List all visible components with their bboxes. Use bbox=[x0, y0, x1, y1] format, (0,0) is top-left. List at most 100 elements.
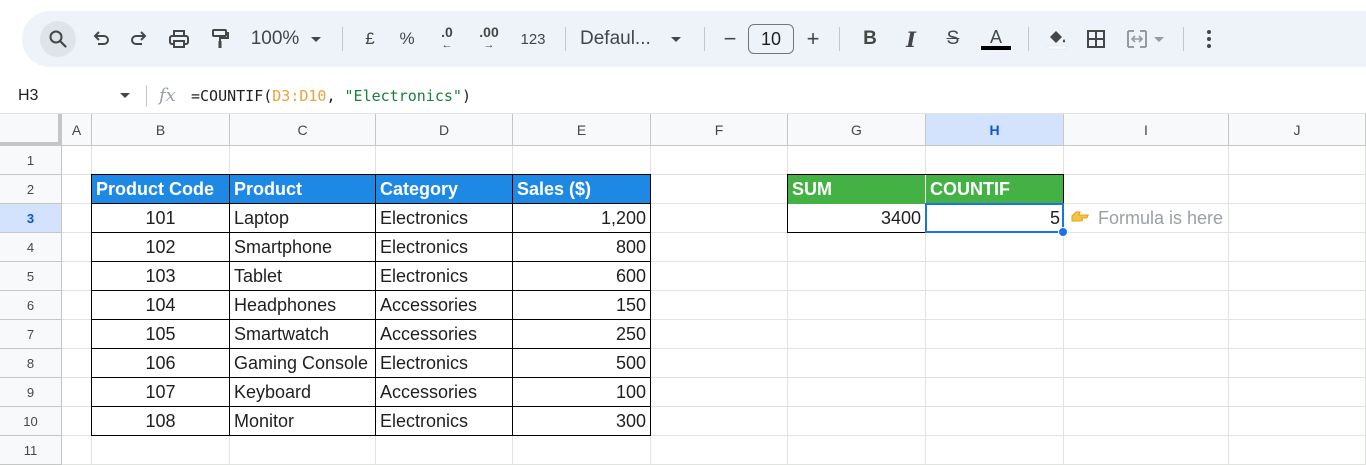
table-cell[interactable]: Electronics bbox=[376, 407, 513, 436]
column-header-f[interactable]: F bbox=[651, 114, 788, 146]
zoom-select[interactable]: 100% bbox=[240, 21, 332, 57]
column-header-b[interactable]: B bbox=[92, 114, 230, 146]
currency-format-button[interactable]: £ bbox=[353, 21, 387, 57]
name-box[interactable]: H3 bbox=[0, 87, 120, 105]
redo-button[interactable] bbox=[120, 21, 158, 57]
table-cell[interactable]: Accessories bbox=[376, 291, 513, 320]
fill-handle[interactable] bbox=[1058, 227, 1068, 237]
table-cell[interactable]: 300 bbox=[513, 407, 651, 436]
formula-note-text: Formula is here bbox=[1098, 208, 1224, 228]
print-button[interactable] bbox=[158, 21, 200, 57]
borders-button[interactable] bbox=[1075, 21, 1117, 57]
formula-separator: , bbox=[326, 86, 345, 105]
table-cell[interactable]: 107 bbox=[92, 378, 230, 407]
table-cell[interactable]: Smartphone bbox=[230, 233, 376, 262]
fill-color-button[interactable] bbox=[1039, 21, 1075, 57]
decrease-decimal-button[interactable]: .0 ← bbox=[427, 21, 467, 57]
table-cell[interactable]: 102 bbox=[92, 233, 230, 262]
more-formats-button[interactable]: 123 bbox=[511, 21, 555, 57]
italic-button[interactable]: I bbox=[890, 21, 932, 57]
table-cell[interactable]: Smartwatch bbox=[230, 320, 376, 349]
formula-prefix: =COUNTIF( bbox=[191, 86, 273, 105]
plus-icon: + bbox=[806, 26, 820, 51]
table-cell[interactable]: 108 bbox=[92, 407, 230, 436]
table-cell[interactable]: Electronics bbox=[376, 204, 513, 233]
column-header-i[interactable]: I bbox=[1064, 114, 1229, 146]
table-cell[interactable]: Electronics bbox=[376, 262, 513, 291]
increase-font-size-button[interactable]: + bbox=[797, 21, 829, 57]
table-cell[interactable]: Accessories bbox=[376, 378, 513, 407]
countif-header-cell[interactable]: COUNTIF bbox=[926, 175, 1064, 204]
table-cell[interactable]: Keyboard bbox=[230, 378, 376, 407]
merge-cells-button[interactable] bbox=[1117, 21, 1173, 57]
table-header-cell[interactable]: Sales ($) bbox=[513, 175, 651, 204]
table-cell[interactable]: Gaming Console bbox=[230, 349, 376, 378]
column-header-h[interactable]: H bbox=[926, 114, 1064, 146]
sum-header-cell[interactable]: SUM bbox=[788, 175, 926, 204]
countif-value-cell[interactable]: 5 bbox=[926, 204, 1064, 233]
formula-range: D3:D10 bbox=[272, 86, 327, 105]
table-cell[interactable]: 800 bbox=[513, 233, 651, 262]
decrease-font-size-button[interactable]: − bbox=[715, 21, 745, 57]
row-header-11[interactable]: 11 bbox=[0, 436, 62, 465]
row-header-3[interactable]: 3 bbox=[0, 204, 62, 233]
table-cell[interactable]: Accessories bbox=[376, 320, 513, 349]
table-cell[interactable]: Headphones bbox=[230, 291, 376, 320]
table-cell[interactable]: 150 bbox=[513, 291, 651, 320]
pointing-hand-icon bbox=[1070, 208, 1090, 229]
column-header-j[interactable]: J bbox=[1229, 114, 1366, 146]
formula-input[interactable]: =COUNTIF(D3:D10, "Electronics") bbox=[191, 87, 471, 105]
table-cell[interactable]: 1,200 bbox=[513, 204, 651, 233]
table-cell[interactable]: 105 bbox=[92, 320, 230, 349]
row-header-5[interactable]: 5 bbox=[0, 262, 62, 291]
row-header-6[interactable]: 6 bbox=[0, 291, 62, 320]
strikethrough-button[interactable]: S bbox=[932, 21, 974, 57]
increase-decimal-button[interactable]: .00 → bbox=[467, 21, 511, 57]
percent-icon: % bbox=[399, 29, 415, 48]
sum-value-cell[interactable]: 3400 bbox=[788, 204, 926, 233]
table-cell[interactable]: Tablet bbox=[230, 262, 376, 291]
more-options-button[interactable] bbox=[1194, 21, 1224, 57]
table-header-cell[interactable]: Category bbox=[376, 175, 513, 204]
column-header-d[interactable]: D bbox=[376, 114, 513, 146]
table-cell[interactable]: 106 bbox=[92, 349, 230, 378]
row-header-4[interactable]: 4 bbox=[0, 233, 62, 262]
formula-bar: H3 fx =COUNTIF(D3:D10, "Electronics") bbox=[0, 78, 1366, 114]
select-all-corner[interactable] bbox=[0, 114, 62, 146]
table-cell[interactable]: 101 bbox=[92, 204, 230, 233]
font-size-input[interactable]: 10 bbox=[745, 21, 797, 57]
font-select[interactable]: Defaul... bbox=[576, 21, 694, 57]
column-header-a[interactable]: A bbox=[62, 114, 92, 146]
table-cell[interactable]: 250 bbox=[513, 320, 651, 349]
table-cell[interactable]: Electronics bbox=[376, 233, 513, 262]
table-cell[interactable]: 100 bbox=[513, 378, 651, 407]
undo-button[interactable] bbox=[82, 21, 120, 57]
column-header-c[interactable]: C bbox=[230, 114, 376, 146]
bold-button[interactable]: B bbox=[850, 21, 890, 57]
cell-reference: H3 bbox=[18, 86, 39, 104]
row-header-9[interactable]: 9 bbox=[0, 378, 62, 407]
column-header-g[interactable]: G bbox=[788, 114, 926, 146]
table-header-cell[interactable]: Product Code bbox=[92, 175, 230, 204]
row-header-2[interactable]: 2 bbox=[0, 175, 62, 204]
chevron-down-icon[interactable] bbox=[120, 93, 130, 98]
percent-format-button[interactable]: % bbox=[387, 21, 427, 57]
table-cell[interactable]: 600 bbox=[513, 262, 651, 291]
table-cell[interactable]: Laptop bbox=[230, 204, 376, 233]
search-menus-button[interactable] bbox=[40, 21, 76, 57]
chevron-down-icon bbox=[311, 36, 322, 42]
row-header-10[interactable]: 10 bbox=[0, 407, 62, 436]
row-header-7[interactable]: 7 bbox=[0, 320, 62, 349]
table-cell[interactable]: Monitor bbox=[230, 407, 376, 436]
row-header-1[interactable]: 1 bbox=[0, 146, 62, 175]
column-header-e[interactable]: E bbox=[513, 114, 651, 146]
table-cell[interactable]: 104 bbox=[92, 291, 230, 320]
table-cell[interactable]: 103 bbox=[92, 262, 230, 291]
paint-format-button[interactable] bbox=[200, 21, 240, 57]
text-color-button[interactable]: A bbox=[974, 21, 1018, 57]
table-header-cell[interactable]: Product bbox=[230, 175, 376, 204]
divider bbox=[565, 27, 566, 51]
table-cell[interactable]: Electronics bbox=[376, 349, 513, 378]
row-header-8[interactable]: 8 bbox=[0, 349, 62, 378]
table-cell[interactable]: 500 bbox=[513, 349, 651, 378]
